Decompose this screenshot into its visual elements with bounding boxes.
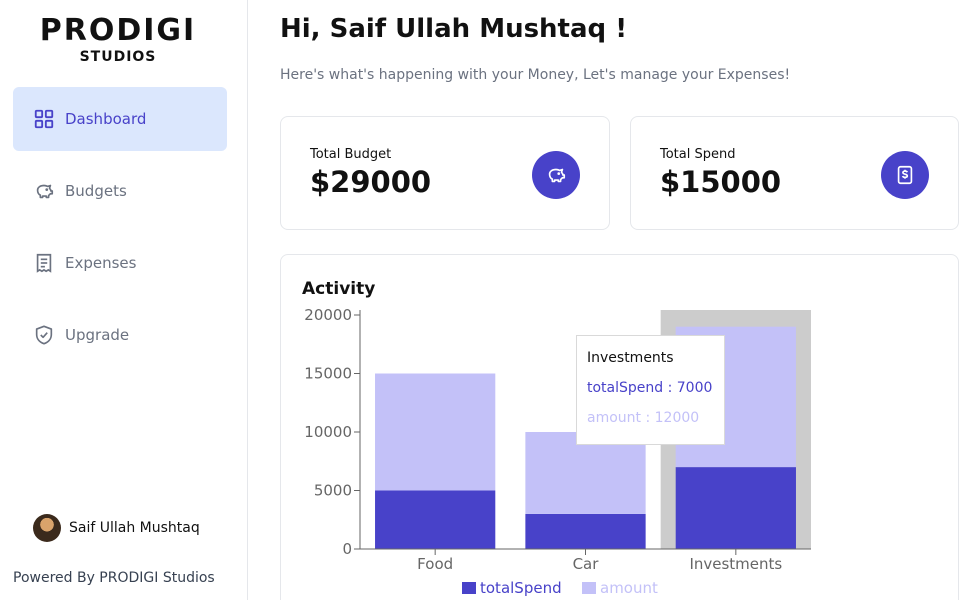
stat-label: Total Budget (310, 147, 392, 162)
receipt-dollar-icon (881, 151, 929, 199)
legend-swatch-amount (582, 582, 596, 594)
x-tick-label: Car (573, 555, 600, 573)
legend-label-totalSpend: totalSpend (480, 579, 562, 597)
bar-totalSpend-car (525, 513, 646, 549)
user-profile[interactable]: Saif Ullah Mushtaq (33, 514, 200, 542)
stat-value: $29000 (310, 165, 432, 199)
legend-swatch-totalSpend (462, 582, 476, 594)
x-tick-label: Investments (689, 555, 782, 573)
sidebar-item-label: Upgrade (65, 326, 130, 344)
stat-label: Total Spend (660, 147, 736, 162)
stat-value: $15000 (660, 165, 782, 199)
sidebar-item-label: Expenses (65, 254, 137, 272)
tooltip-total-spend: totalSpend : 7000 (587, 380, 713, 396)
tooltip-title: Investments (587, 350, 674, 366)
total-budget-card: Total Budget $29000 (280, 116, 610, 230)
sidebar-item-dashboard[interactable]: Dashboard (13, 87, 227, 151)
y-tick-label: 15000 (304, 365, 352, 383)
bar-amount-food (375, 373, 496, 491)
total-spend-card: Total Spend $15000 (630, 116, 959, 230)
bar-totalSpend-investments (675, 467, 796, 549)
y-tick-label: 10000 (304, 423, 352, 441)
shield-check-icon (33, 324, 55, 346)
page-title: Hi, Saif Ullah Mushtaq ! (280, 14, 628, 44)
y-tick-label: 20000 (304, 306, 352, 324)
tooltip-amount: amount : 12000 (587, 410, 700, 426)
sidebar-item-label: Dashboard (65, 110, 147, 128)
y-tick-label: 5000 (314, 482, 352, 500)
powered-by-text: Powered By PRODIGI Studios (13, 570, 215, 586)
x-tick-label: Food (417, 555, 453, 573)
brand-logo[interactable]: PRODIGI STUDIOS (0, 14, 236, 66)
piggy-bank-icon (33, 180, 55, 202)
user-name: Saif Ullah Mushtaq (69, 520, 200, 536)
bar-totalSpend-food (375, 490, 496, 549)
dashboard-grid-icon (33, 108, 55, 130)
sidebar: PRODIGI STUDIOS Dashboard Budgets Expens… (0, 0, 248, 600)
legend-label-amount: amount (600, 579, 658, 597)
chart-tooltip: Investments totalSpend : 7000 amount : 1… (576, 335, 725, 445)
avatar[interactable] (33, 514, 61, 542)
sidebar-item-upgrade[interactable]: Upgrade (13, 303, 227, 367)
brand-sub: STUDIOS (79, 49, 157, 65)
activity-card: Activity 0 5000 10000 15000 20000 Food Car Inve… (280, 254, 959, 600)
piggy-bank-icon (532, 151, 580, 199)
y-tick-label: 0 (342, 540, 352, 558)
receipt-icon (33, 252, 55, 274)
sidebar-item-expenses[interactable]: Expenses (13, 231, 227, 295)
page-subtitle: Here's what's happening with your Money,… (280, 67, 791, 83)
sidebar-item-budgets[interactable]: Budgets (13, 159, 227, 223)
sidebar-item-label: Budgets (65, 182, 127, 200)
main-content: Hi, Saif Ullah Mushtaq ! Here's what's h… (280, 0, 973, 600)
brand-name: PRODIGI (39, 13, 197, 48)
